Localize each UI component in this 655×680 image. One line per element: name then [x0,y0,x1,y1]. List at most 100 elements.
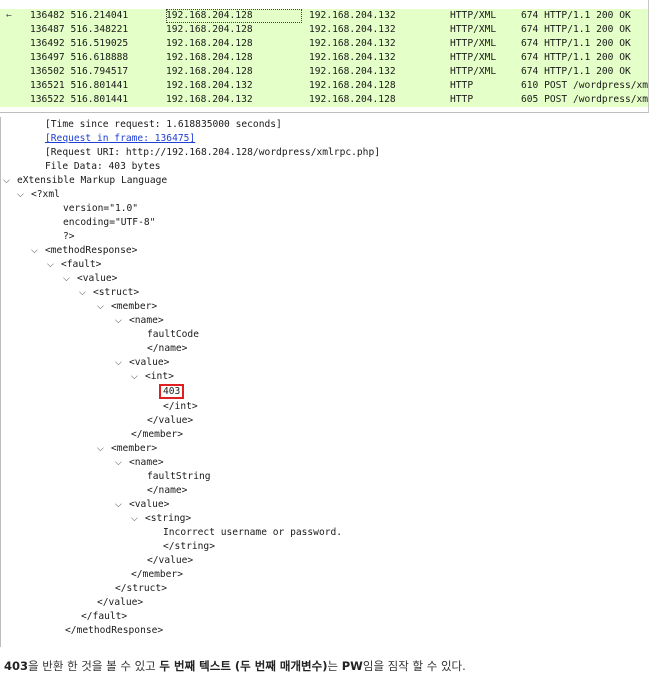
string-close: </string> [163,541,215,552]
highlight-box: 403 [159,384,185,399]
packet-protocol: HTTP/XML [450,10,497,21]
int-value-highlighted: 403 [159,384,185,399]
packet-info: 674 HTTP/1.1 200 OK [521,52,631,63]
chevron-down-icon[interactable]: ⌵ [97,300,111,314]
xml-version: version="1.0" [63,203,139,214]
xml-encoding: encoding="UTF-8" [63,217,156,228]
fault-string-text: faultString [147,471,211,482]
packet-protocol: HTTP/XML [450,38,497,49]
packet-info: 605 POST /wordpress/xm [521,94,649,105]
packet-row[interactable]: 136522 516.801441 192.168.204.132 192.16… [0,93,648,107]
packet-number: 136522 516.801441 [30,94,129,105]
tree-node-fault[interactable]: ⌵ <fault> [47,258,101,272]
packet-row[interactable]: 136487 516.348221 192.168.204.128 192.16… [0,23,648,37]
chevron-down-icon[interactable]: ⌵ [115,314,129,328]
response-arrow-icon: ← [6,10,12,21]
packet-number: 136482 516.214041 [30,10,129,21]
member-close: </member> [131,429,183,440]
packet-protocol: HTTP/XML [450,66,497,77]
packet-number: 136521 516.801441 [30,80,129,91]
packet-number: 136492 516.519025 [30,38,129,49]
chevron-down-icon[interactable]: ⌵ [3,174,17,188]
tree-node-name[interactable]: ⌵ <name> [115,456,164,470]
request-in-frame-link[interactable]: [Request in frame: 136475] [45,132,195,146]
packet-number: 136497 516.618888 [30,52,129,63]
chevron-down-icon[interactable]: ⌵ [47,258,61,272]
tree-node-string[interactable]: ⌵ <string> [131,512,191,526]
chevron-down-icon[interactable]: ⌵ [97,442,111,456]
packet-protocol: HTTP [450,94,474,105]
value-close: </value> [147,555,194,566]
packet-row[interactable]: ← 136482 516.214041 192.168.204.128 192.… [0,9,648,23]
chevron-down-icon[interactable]: ⌵ [115,498,129,512]
name-close: </name> [147,343,188,354]
tree-node-name[interactable]: ⌵ <name> [115,314,164,328]
chevron-down-icon[interactable]: ⌵ [131,370,145,384]
tree-node-value[interactable]: ⌵ <value> [115,498,169,512]
caption-bold-403: 403 [4,659,29,673]
tree-node-int[interactable]: ⌵ <int> [131,370,174,384]
caption-text: 403을 반환 한 것을 볼 수 있고 두 번째 텍스트 (두 번째 매개변수)… [4,659,466,673]
tree-node-value[interactable]: ⌵ <value> [63,272,117,286]
chevron-down-icon[interactable]: ⌵ [31,244,45,258]
struct-close: </struct> [115,583,167,594]
packet-source: 192.168.204.128 [166,9,302,23]
caption-bold-second-text: 두 번째 텍스트 (두 번째 매개변수) [159,659,328,673]
packet-protocol: HTTP [450,80,474,91]
name-close: </name> [147,485,188,496]
chevron-down-icon[interactable]: ⌵ [115,456,129,470]
tree-node-member[interactable]: ⌵ <member> [97,442,157,456]
packet-destination: 192.168.204.132 [309,10,396,21]
member-close: </member> [131,569,183,580]
packet-destination: 192.168.204.132 [309,24,396,35]
tree-node-methodresponse[interactable]: ⌵ <methodResponse> [31,244,137,258]
tree-node-member[interactable]: ⌵ <member> [97,300,157,314]
packet-source: 192.168.204.128 [166,66,253,77]
time-since-request: [Time since request: 1.618835000 seconds… [45,119,282,130]
packet-destination: 192.168.204.128 [309,80,396,91]
packet-detail-tree[interactable]: [Time since request: 1.618835000 seconds… [0,117,649,647]
tree-node-xml-decl[interactable]: ⌵ <?xml [17,188,60,202]
chevron-down-icon[interactable]: ⌵ [79,286,93,300]
tree-node-struct[interactable]: ⌵ <struct> [79,286,139,300]
packet-number: 136487 516.348221 [30,24,129,35]
packet-row[interactable]: 136497 516.618888 192.168.204.128 192.16… [0,51,648,65]
tree-node-value[interactable]: ⌵ <value> [115,356,169,370]
packet-number: 136502 516.794517 [30,66,129,77]
string-value: Incorrect username or password. [163,527,343,538]
packet-destination: 192.168.204.128 [309,94,396,105]
packet-destination: 192.168.204.132 [309,38,396,49]
packet-info: 674 HTTP/1.1 200 OK [521,38,631,49]
packet-list[interactable]: ← 136482 516.214041 192.168.204.128 192.… [0,0,649,113]
chevron-down-icon[interactable]: ⌵ [63,272,77,286]
chevron-down-icon[interactable]: ⌵ [115,356,129,370]
caption-bold-pw: PW [341,659,363,673]
method-response-close: </methodResponse> [65,625,164,636]
value-close: </value> [147,415,194,426]
chevron-down-icon[interactable]: ⌵ [17,188,31,202]
packet-protocol: HTTP/XML [450,24,497,35]
packet-row[interactable]: 136492 516.519025 192.168.204.128 192.16… [0,37,648,51]
packet-protocol: HTTP/XML [450,52,497,63]
xml-decl-end: ?> [63,231,75,242]
packet-source: 192.168.204.128 [166,52,253,63]
packet-source: 192.168.204.128 [166,38,253,49]
packet-source: 192.168.204.128 [166,24,253,35]
packet-destination: 192.168.204.132 [309,52,396,63]
packet-row[interactable]: 136521 516.801441 192.168.204.132 192.16… [0,79,648,93]
packet-source: 192.168.204.132 [166,94,253,105]
packet-source: 192.168.204.132 [166,80,253,91]
value-close: </value> [97,597,144,608]
packet-info: 674 HTTP/1.1 200 OK [521,24,631,35]
pane-divider [0,112,648,113]
packet-info: 674 HTTP/1.1 200 OK [521,66,631,77]
packet-info: 610 POST /wordpress/xm [521,80,649,91]
chevron-down-icon[interactable]: ⌵ [131,512,145,526]
tree-node-xml[interactable]: ⌵ eXtensible Markup Language [3,174,167,188]
request-uri: [Request URI: http://192.168.204.128/wor… [45,147,381,158]
file-data: File Data: 403 bytes [45,161,161,172]
int-close: </int> [163,401,198,412]
fault-close: </fault> [81,611,128,622]
packet-row[interactable]: 136502 516.794517 192.168.204.128 192.16… [0,65,648,79]
packet-destination: 192.168.204.132 [309,66,396,77]
